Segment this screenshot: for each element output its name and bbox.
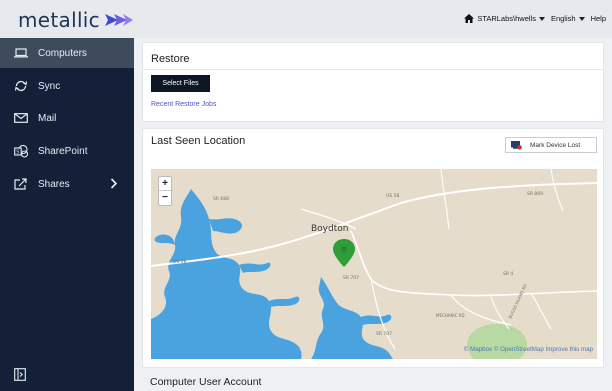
logo-mark-icon xyxy=(104,14,133,26)
mail-icon xyxy=(14,111,28,125)
zoom-out-button[interactable]: − xyxy=(159,191,171,205)
device-lost-icon xyxy=(511,140,522,150)
sidebar: Computers Sync Mail S SharePoint Shares xyxy=(0,38,134,391)
user-name: STARLabs\hwells xyxy=(477,14,536,23)
location-title: Last Seen Location xyxy=(151,135,246,147)
map-road-label: SR 869 xyxy=(527,191,543,197)
zoom-in-button[interactable]: + xyxy=(159,177,171,191)
sidebar-item-label: Shares xyxy=(38,178,70,190)
map-road-label: SR 707 xyxy=(376,331,392,337)
home-icon xyxy=(464,14,475,23)
sidebar-item-label: Computers xyxy=(38,47,87,59)
map-road-label: SR 4 xyxy=(503,271,513,277)
sidebar-item-sharepoint[interactable]: S SharePoint xyxy=(0,136,134,166)
map-canvas: SR 688 US 58 SR 869 US 58 SR 707 SR 4 SR… xyxy=(151,169,597,359)
map-road-label: SR 707 xyxy=(343,275,359,281)
chevron-down-icon xyxy=(538,16,545,21)
sharepoint-icon: S xyxy=(14,144,28,158)
mark-device-lost-label: Mark Device Lost xyxy=(530,141,581,149)
sidebar-item-sync[interactable]: Sync xyxy=(0,71,134,101)
language-menu[interactable]: English xyxy=(551,14,585,23)
user-menu-area: STARLabs\hwells English Help xyxy=(458,14,606,23)
main-content: Restore Select Files Recent Restore Jobs… xyxy=(134,38,612,391)
sidebar-item-shares[interactable]: Shares xyxy=(0,169,134,199)
language-label: English xyxy=(550,14,576,23)
logo-text: metallic xyxy=(18,8,100,32)
help-label: Help xyxy=(590,14,606,23)
location-map[interactable]: SR 688 US 58 SR 869 US 58 SR 707 SR 4 SR… xyxy=(151,169,597,359)
mark-device-lost-button[interactable]: Mark Device Lost xyxy=(505,137,597,153)
svg-text:S: S xyxy=(16,149,19,155)
sidebar-item-computers[interactable]: Computers xyxy=(0,38,134,68)
metallic-logo[interactable]: metallic xyxy=(18,8,134,32)
user-menu[interactable]: STARLabs\hwells xyxy=(464,14,545,23)
sidebar-item-label: Mail xyxy=(38,112,57,124)
map-attribution[interactable]: © Mapbox © OpenStreetMap Improve this ma… xyxy=(464,346,593,353)
sidebar-item-label: Sync xyxy=(38,80,61,92)
shares-icon xyxy=(14,177,28,191)
map-road-label: US 58 xyxy=(173,259,186,265)
map-zoom-control: + − xyxy=(158,176,172,206)
map-road-label: US 58 xyxy=(386,193,399,199)
map-town-label: Boydton xyxy=(311,224,348,234)
computer-user-account-title: Computer User Account xyxy=(150,376,262,388)
top-bar: metallic STARLabs\hwells English Help xyxy=(0,0,612,38)
chevron-right-icon xyxy=(110,178,118,189)
recent-restore-jobs-link[interactable]: Recent Restore Jobs xyxy=(151,101,216,108)
sync-icon xyxy=(14,79,28,93)
sidebar-item-label: SharePoint xyxy=(38,145,88,157)
chevron-down-icon xyxy=(578,16,585,21)
help-link[interactable]: Help xyxy=(591,14,606,23)
restore-card: Restore Select Files Recent Restore Jobs xyxy=(142,42,604,122)
laptop-icon xyxy=(14,46,28,60)
map-road-label: SR 688 xyxy=(213,196,229,202)
sidebar-item-mail[interactable]: Mail xyxy=(0,103,134,133)
collapse-sidebar-icon[interactable] xyxy=(14,368,26,381)
restore-title: Restore xyxy=(151,53,190,65)
last-seen-location-card: Last Seen Location Mark Device Lost SR 6… xyxy=(142,128,604,368)
divider xyxy=(143,69,603,70)
select-files-button[interactable]: Select Files xyxy=(151,75,210,92)
map-road-label: MECHANIC RD xyxy=(436,313,465,318)
